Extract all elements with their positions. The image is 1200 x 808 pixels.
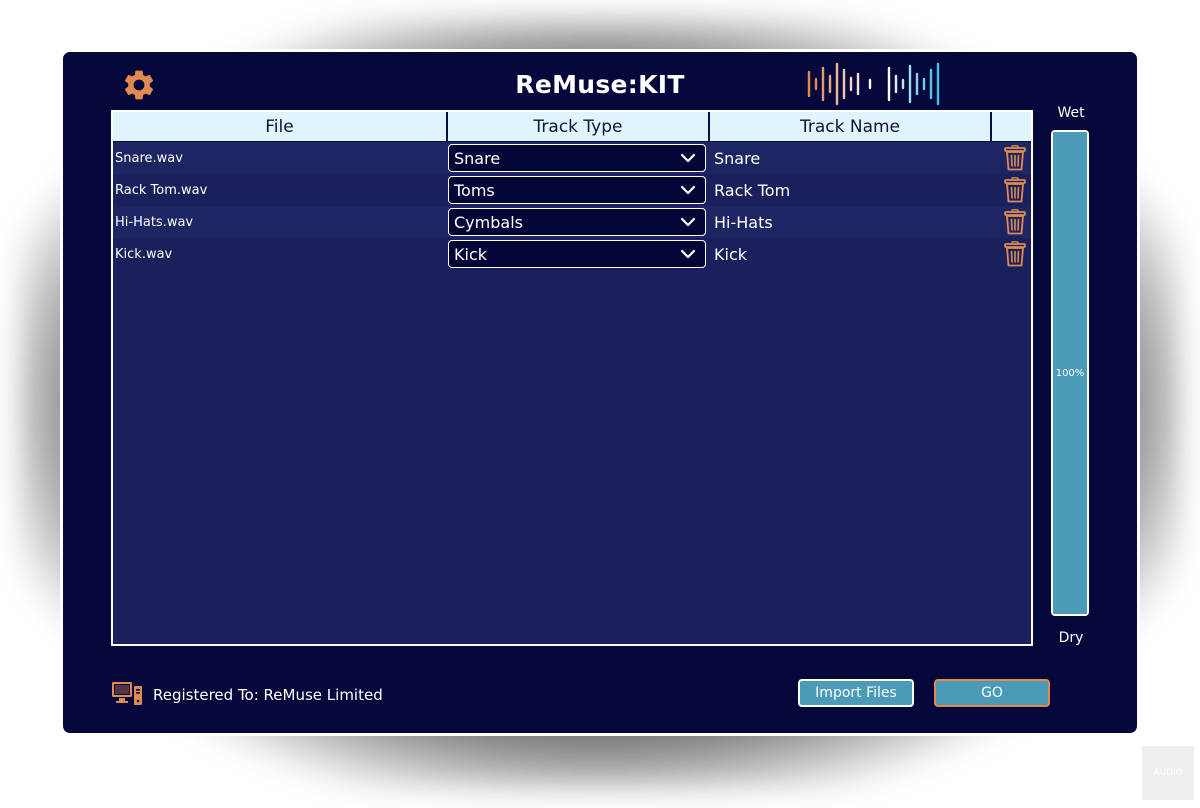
delete-cell	[998, 145, 1031, 171]
track-type-value: Cymbals	[454, 212, 523, 232]
trash-icon[interactable]	[1003, 177, 1026, 203]
header-delete	[992, 112, 1031, 141]
delete-cell	[998, 241, 1031, 267]
header-file: File	[113, 112, 448, 141]
track-type-value: Toms	[454, 180, 495, 200]
wet-dry-slider[interactable]: 100%	[1051, 130, 1089, 616]
track-type-cell: Toms	[448, 176, 710, 204]
track-name[interactable]: Kick	[710, 245, 998, 264]
computer-icon	[112, 682, 142, 705]
registered-to-text: Registered To: ReMuse Limited	[153, 686, 383, 704]
track-name[interactable]: Snare	[710, 149, 998, 168]
track-type-value: Snare	[454, 148, 501, 168]
file-name: Hi-Hats.wav	[115, 214, 194, 230]
track-type-cell: Cymbals	[448, 208, 710, 236]
table-row: Hi-Hats.wav Cymbals Hi-Hats	[113, 206, 1031, 238]
watermark-logo: AUDIO	[1142, 746, 1194, 800]
track-type-select[interactable]: Snare	[448, 144, 706, 172]
chevron-down-icon	[681, 249, 695, 259]
file-name: Kick.wav	[115, 246, 173, 262]
track-type-select[interactable]: Toms	[448, 176, 706, 204]
slider-value: 100%	[1055, 368, 1085, 379]
track-type-cell: Kick	[448, 240, 710, 268]
waveform-icon	[807, 62, 940, 106]
track-type-value: Kick	[454, 244, 487, 264]
track-type-select[interactable]: Cymbals	[448, 208, 706, 236]
chevron-down-icon	[681, 185, 695, 195]
app-title: ReMuse:KIT	[515, 70, 685, 99]
trash-icon[interactable]	[1003, 241, 1026, 267]
table-row: Snare.wav Snare Snare	[113, 142, 1031, 174]
track-name[interactable]: Rack Tom	[710, 181, 998, 200]
header-track-name: Track Name	[710, 112, 992, 141]
go-button[interactable]: GO	[934, 679, 1050, 707]
chevron-down-icon	[681, 217, 695, 227]
track-type-select[interactable]: Kick	[448, 240, 706, 268]
trash-icon[interactable]	[1003, 209, 1026, 235]
table-row: Rack Tom.wav Toms Rack Tom	[113, 174, 1031, 206]
table-header: File Track Type Track Name	[113, 112, 1031, 142]
track-name[interactable]: Hi-Hats	[710, 213, 998, 232]
file-name: Rack Tom.wav	[115, 182, 208, 198]
dry-label: Dry	[1058, 630, 1084, 646]
import-files-button[interactable]: Import Files	[798, 679, 914, 707]
file-name: Snare.wav	[115, 150, 183, 166]
table-row: Kick.wav Kick Kick	[113, 238, 1031, 270]
delete-cell	[998, 177, 1031, 203]
wet-label: Wet	[1057, 105, 1085, 121]
chevron-down-icon	[681, 153, 695, 163]
tracks-table: File Track Type Track Name Snare.wav Sna…	[111, 110, 1033, 646]
track-type-cell: Snare	[448, 144, 710, 172]
delete-cell	[998, 209, 1031, 235]
app-window: ReMuse:KIT File Track Type Track Name Sn…	[60, 49, 1140, 736]
header-track-type: Track Type	[448, 112, 710, 141]
trash-icon[interactable]	[1003, 145, 1026, 171]
